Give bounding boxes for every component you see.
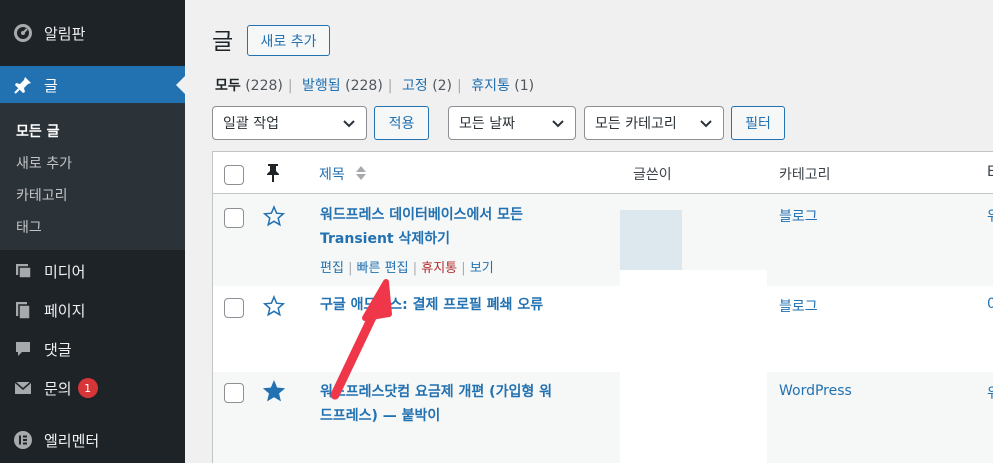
star-outline-icon[interactable] xyxy=(263,205,285,227)
table-row: 워드프레스닷컴 요금제 개편 (가입형 워 드프레스) — 붙박이 WordPr… xyxy=(213,372,993,463)
post-title-line: 드프레스) — 붙박이 xyxy=(320,408,441,424)
menu-contact-label: 문의 xyxy=(44,379,72,398)
date-filter-value: 모든 날짜 xyxy=(459,116,515,132)
menu-media-label: 미디어 xyxy=(44,262,86,281)
column-title-header[interactable]: 제목 xyxy=(319,164,345,184)
action-separator: | xyxy=(348,261,353,276)
category-filter-select[interactable]: 모든 카테고리 xyxy=(584,106,724,140)
elementor-icon xyxy=(11,428,35,452)
filter-separator: | xyxy=(457,78,462,94)
admin-sidebar: 알림판 글 모든 글 새로 추가 카테고리 태그 미디어 페이지 댓글 문의 1… xyxy=(0,0,185,463)
post-title-link[interactable]: 워드프레스닷컴 요금제 개편 (가입형 워 드프레스) — 붙박이 xyxy=(320,380,552,428)
star-outline-icon[interactable] xyxy=(263,295,285,317)
filter-published[interactable]: 발행됨 xyxy=(302,78,341,94)
filter-trash-count: (1) xyxy=(514,78,535,94)
mail-icon xyxy=(11,376,35,400)
pin-icon xyxy=(11,73,35,97)
chevron-down-icon xyxy=(552,120,564,128)
filter-separator: | xyxy=(387,78,393,94)
row-checkbox[interactable] xyxy=(224,298,244,318)
main-content: 글 새로 추가 모두 (228) | 발행됨 (228) | 고정 (2) | 휴지통… xyxy=(185,0,993,463)
submenu-all-posts[interactable]: 모든 글 xyxy=(0,116,185,148)
add-new-button[interactable]: 새로 추가 xyxy=(247,25,330,56)
row-actions: 편집 | 빠른 편집 | 휴지통 | 보기 xyxy=(320,257,494,276)
date-filter-select[interactable]: 모든 날짜 xyxy=(448,106,576,140)
row-checkbox[interactable] xyxy=(224,383,244,403)
post-title-link[interactable]: 워드프레스 데이터베이스에서 모든 Transient 삭제하기 xyxy=(320,203,523,251)
row-checkbox[interactable] xyxy=(224,208,244,228)
page-title: 글 xyxy=(212,29,234,55)
sort-icon[interactable] xyxy=(355,165,367,181)
quick-edit-link[interactable]: 빠른 편집 xyxy=(357,261,409,276)
category-link[interactable]: 블로그 xyxy=(779,296,818,316)
filter-sticky-count: (2) xyxy=(432,78,453,94)
menu-pages-label: 페이지 xyxy=(44,301,86,320)
posts-table: 제목 글쓴이 카테고리 E 워드프레스 데이터베이스에서 모든 Transien… xyxy=(212,151,993,463)
action-separator: | xyxy=(461,261,466,276)
dashboard-icon xyxy=(11,21,35,45)
page-icon xyxy=(11,298,35,322)
tags-clipped: 위 xyxy=(987,206,993,226)
pin-icon xyxy=(267,164,279,182)
filter-all-count: (228) xyxy=(245,78,283,94)
unread-badge: 1 xyxy=(77,378,98,398)
select-all-checkbox[interactable] xyxy=(224,165,244,185)
filter-trash[interactable]: 휴지통 xyxy=(471,78,510,94)
tags-clipped: 위 xyxy=(987,383,993,403)
comment-icon xyxy=(11,337,35,361)
bulk-action-select[interactable]: 일괄 작업 xyxy=(212,106,367,140)
view-link[interactable]: 보기 xyxy=(470,261,494,276)
star-filled-icon[interactable] xyxy=(263,380,285,402)
bulk-action-value: 일괄 작업 xyxy=(223,116,279,132)
column-author-header: 글쓴이 xyxy=(633,167,672,183)
chevron-down-icon xyxy=(343,120,355,128)
menu-contact[interactable]: 문의 1 xyxy=(0,369,185,407)
action-separator: | xyxy=(412,261,418,276)
tags-clipped: 0 xyxy=(987,296,993,312)
post-title-line: Transient 삭제하기 xyxy=(320,231,451,247)
submenu-tags[interactable]: 태그 xyxy=(0,212,185,244)
author-avatar-placeholder xyxy=(620,210,682,272)
trash-link[interactable]: 휴지통 xyxy=(421,261,457,276)
submenu-categories[interactable]: 카테고리 xyxy=(0,180,185,212)
edit-link[interactable]: 편집 xyxy=(320,261,344,276)
menu-posts[interactable]: 글 xyxy=(0,66,185,104)
menu-elementor[interactable]: 엘리멘터 xyxy=(0,421,185,459)
column-category-header: 카테고리 xyxy=(779,167,831,183)
menu-dashboard[interactable]: 알림판 xyxy=(0,14,185,52)
apply-button[interactable]: 적용 xyxy=(374,106,429,140)
post-title-line: 워드프레스 데이터베이스에서 모든 xyxy=(320,207,523,223)
filter-button[interactable]: 필터 xyxy=(731,106,785,140)
menu-media[interactable]: 미디어 xyxy=(0,252,185,290)
submenu-add-new[interactable]: 새로 추가 xyxy=(0,148,185,180)
category-link[interactable]: 블로그 xyxy=(779,206,818,226)
menu-posts-label: 글 xyxy=(44,76,58,95)
menu-comments-label: 댓글 xyxy=(44,340,72,359)
filter-all[interactable]: 모두 xyxy=(215,78,241,94)
column-tags-header: E xyxy=(987,164,993,180)
post-status-filters: 모두 (228) | 발행됨 (228) | 고정 (2) | 휴지통 (1) xyxy=(215,75,534,95)
menu-comments[interactable]: 댓글 xyxy=(0,330,185,368)
table-header: 제목 글쓴이 카테고리 E xyxy=(213,152,993,194)
menu-elementor-label: 엘리멘터 xyxy=(44,431,100,450)
filter-separator: | xyxy=(287,78,293,94)
menu-pages[interactable]: 페이지 xyxy=(0,291,185,329)
menu-dashboard-label: 알림판 xyxy=(44,24,86,43)
chevron-down-icon xyxy=(700,120,712,128)
post-title-link[interactable]: 구글 애드센스: 결제 프로필 폐쇄 오류 xyxy=(320,293,543,317)
redaction-block xyxy=(620,270,767,463)
post-title-line: 워드프레스닷컴 요금제 개편 (가입형 워 xyxy=(320,384,552,400)
category-filter-value: 모든 카테고리 xyxy=(595,116,677,132)
filter-sticky[interactable]: 고정 xyxy=(402,78,428,94)
media-icon xyxy=(11,259,35,283)
category-link[interactable]: WordPress xyxy=(779,383,852,399)
table-row: 구글 애드센스: 결제 프로필 폐쇄 오류 블로그 0 xyxy=(213,286,993,372)
posts-submenu: 모든 글 새로 추가 카테고리 태그 xyxy=(0,103,185,250)
table-row: 워드프레스 데이터베이스에서 모든 Transient 삭제하기 편집 | 빠른… xyxy=(213,194,993,286)
filter-published-count: (228) xyxy=(345,78,383,94)
